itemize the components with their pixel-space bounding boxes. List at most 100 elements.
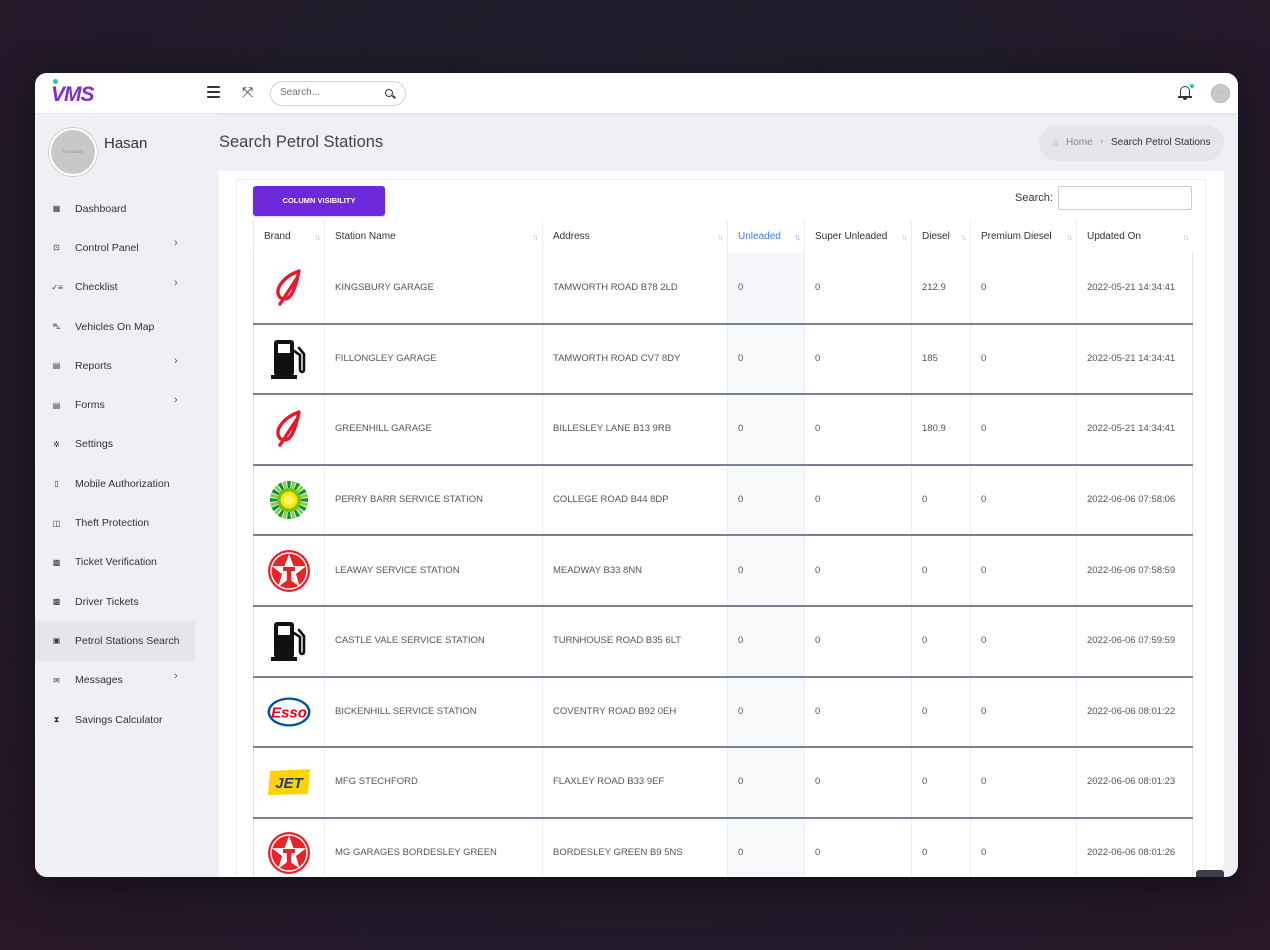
- fuel-icon: ▣: [52, 636, 61, 646]
- brand-cell: [253, 323, 325, 396]
- user-avatar[interactable]: ···: [1211, 84, 1230, 103]
- scroll-to-top-button[interactable]: [1196, 870, 1224, 877]
- column-header-premium-diesel[interactable]: Premium Diesel ↑↓: [970, 220, 1077, 253]
- diesel-cell: 0: [911, 747, 971, 819]
- brand-cell: JET: [253, 747, 325, 819]
- table-search-input[interactable]: [1058, 186, 1192, 210]
- sidebar-item-label: Checklist: [75, 281, 118, 294]
- premium-diesel-cell: 0: [970, 323, 1077, 396]
- notification-bell-icon[interactable]: [1178, 84, 1194, 101]
- column-header-label: Diesel: [922, 231, 950, 242]
- sidebar-item-petrol-stations-search[interactable]: ▣ Petrol Stations Search: [35, 621, 195, 661]
- page-title: Search Petrol Stations: [219, 133, 384, 151]
- search-icon[interactable]: [385, 89, 393, 97]
- table-row[interactable]: FILLONGLEY GARAGE TAMWORTH ROAD CV7 8DY 0 0…: [253, 323, 1193, 396]
- column-header-diesel[interactable]: Diesel ↑↓: [911, 220, 971, 253]
- table-row[interactable]: JET MFG STECHFORD FLAXLEY ROAD B33 9EF 0 0 0 0…: [253, 747, 1193, 819]
- premium-diesel-cell: 0: [970, 394, 1077, 466]
- column-visibility-button[interactable]: COLUMN VISIBILITY: [253, 186, 385, 216]
- hamburger-menu-icon[interactable]: [207, 86, 220, 98]
- sidebar-item-mobile-authorization[interactable]: ▯ Mobile Authorization: [35, 464, 195, 503]
- mobile-icon: ▯: [54, 479, 59, 489]
- table-row[interactable]: KINGSBURY GARAGE TAMWORTH ROAD B78 2LD 0 0 2…: [253, 253, 1193, 325]
- column-header-label: Address: [553, 231, 590, 242]
- petrol-stations-table: Brand ↑↓ Station Name ↑↓ Address ↑↓ Unleaded ↑↓…: [253, 220, 1193, 877]
- column-header-super-unleaded[interactable]: Super Unleaded ↑↓: [804, 220, 912, 253]
- breadcrumb-current: Search Petrol Stations: [1111, 137, 1211, 148]
- address-cell: TURNHOUSE ROAD B35 6LT: [542, 605, 728, 678]
- updated-on-cell: 2022-06-06 07:58:06: [1076, 464, 1193, 537]
- column-header-station-name[interactable]: Station Name ↑↓: [324, 220, 543, 253]
- breadcrumb-home-link[interactable]: Home: [1066, 137, 1093, 148]
- unleaded-cell: 0: [727, 676, 805, 749]
- column-header-label: Station Name: [335, 231, 396, 242]
- sidebar-item-label: Ticket Verification: [75, 556, 157, 569]
- column-header-label: Updated On: [1087, 231, 1141, 242]
- fullscreen-icon[interactable]: ⤧: [242, 85, 253, 99]
- address-cell: BILLESLEY LANE B13 9RB: [542, 394, 728, 466]
- car-icon: ⛍: [52, 322, 61, 332]
- table-row[interactable]: Esso BICKENHILL SERVICE STATION COVENTRY R…: [253, 676, 1193, 749]
- esso-logo-icon: Esso: [254, 678, 324, 747]
- brand-cell: [253, 817, 325, 877]
- super-unleaded-cell: 0: [804, 817, 912, 877]
- sidebar-item-messages[interactable]: ✉ Messages ›: [35, 661, 195, 700]
- address-cell: TAMWORTH ROAD CV7 8DY: [542, 323, 728, 396]
- brand-cell: [253, 394, 325, 466]
- super-unleaded-cell: 0: [804, 253, 912, 325]
- table-row[interactable]: CASTLE VALE SERVICE STATION TURNHOUSE ROA…: [253, 605, 1193, 678]
- sidebar-item-theft-protection[interactable]: ◫ Theft Protection: [35, 503, 195, 542]
- station-name-cell: CASTLE VALE SERVICE STATION: [324, 605, 543, 678]
- sidebar-item-vehicles-on-map[interactable]: ⛍ Vehicles On Map: [35, 307, 195, 346]
- sidebar-item-ticket-verification[interactable]: ▩ Ticket Verification: [35, 543, 195, 582]
- address-cell: COLLEGE ROAD B44 8DP: [542, 464, 728, 537]
- sidebar-item-dashboard[interactable]: ▦ Dashboard: [35, 189, 195, 228]
- column-header-brand[interactable]: Brand ↑↓: [253, 220, 325, 253]
- bp-logo-icon: [254, 466, 324, 535]
- column-header-updated-on[interactable]: Updated On ↑↓: [1076, 220, 1193, 253]
- column-header-unleaded[interactable]: Unleaded ↑↓: [727, 220, 805, 253]
- sidebar-item-control-panel[interactable]: ⊡ Control Panel ›: [35, 228, 195, 267]
- app-logo[interactable]: VMS: [51, 79, 95, 107]
- address-cell: BORDESLEY GREEN B9 5NS: [542, 817, 728, 877]
- unleaded-cell: 0: [727, 253, 805, 325]
- premium-diesel-cell: 0: [970, 676, 1077, 749]
- shield-icon: ◫: [52, 518, 61, 528]
- table-row[interactable]: GREENHILL GARAGE BILLESLEY LANE B13 9RB 0 0…: [253, 394, 1193, 466]
- jet-logo-icon: JET: [254, 748, 324, 817]
- top-search-box[interactable]: [270, 81, 406, 106]
- premium-diesel-cell: 0: [970, 535, 1077, 607]
- breadcrumb-separator-icon: ›: [1100, 136, 1104, 147]
- sidebar-item-forms[interactable]: ▤ Forms ›: [35, 385, 195, 424]
- top-search-input[interactable]: [280, 87, 380, 98]
- diesel-cell: 180.9: [911, 394, 971, 466]
- unleaded-cell: 0: [727, 464, 805, 537]
- table-row[interactable]: LEAWAY SERVICE STATION MEADWAY B33 8NN 0 0 0…: [253, 535, 1193, 607]
- sidebar-item-label: Reports: [75, 359, 112, 372]
- table-row[interactable]: MG GARAGES BORDESLEY GREEN BORDESLEY GREE…: [253, 817, 1193, 877]
- sidebar-item-checklist[interactable]: ✓≡ Checklist ›: [35, 268, 195, 307]
- chevron-right-icon: ›: [174, 276, 178, 289]
- texaco-logo-icon: [254, 819, 324, 877]
- unleaded-cell: 0: [727, 817, 805, 877]
- content-card: COLUMN VISIBILITY Search: Brand ↑↓ Station…: [219, 171, 1224, 877]
- updated-on-cell: 2022-06-06 08:01:26: [1076, 817, 1193, 877]
- brand-cell: [253, 464, 325, 537]
- hourglass-icon: ⧗: [53, 715, 60, 724]
- sort-arrows-icon: ↑↓: [717, 232, 724, 242]
- texaco-logo-icon: [254, 536, 324, 605]
- station-name-cell: KINGSBURY GARAGE: [324, 253, 543, 325]
- diesel-cell: 0: [911, 464, 971, 537]
- sidebar-item-settings[interactable]: ✲ Settings: [35, 425, 195, 464]
- app-window: VMS ⤧ ··· NO IMAGE Hasan ▦ Dashboard ⊡ Cont…: [35, 73, 1238, 877]
- sidebar-item-savings-calculator[interactable]: ⧗ Savings Calculator: [35, 700, 195, 739]
- sidebar-item-driver-tickets[interactable]: ▩ Driver Tickets: [35, 582, 195, 621]
- sidebar-nav: ▦ Dashboard ⊡ Control Panel › ✓≡ Checklist › ⛍ Ve…: [35, 189, 195, 739]
- diesel-cell: 185: [911, 323, 971, 396]
- table-row[interactable]: PERRY BARR SERVICE STATION COLLEGE ROAD B…: [253, 464, 1193, 537]
- column-header-address[interactable]: Address ↑↓: [542, 220, 728, 253]
- super-unleaded-cell: 0: [804, 535, 912, 607]
- sidebar-item-label: Forms: [75, 399, 105, 412]
- sidebar-item-label: Savings Calculator: [75, 713, 163, 726]
- sidebar-item-reports[interactable]: ▤ Reports ›: [35, 346, 195, 385]
